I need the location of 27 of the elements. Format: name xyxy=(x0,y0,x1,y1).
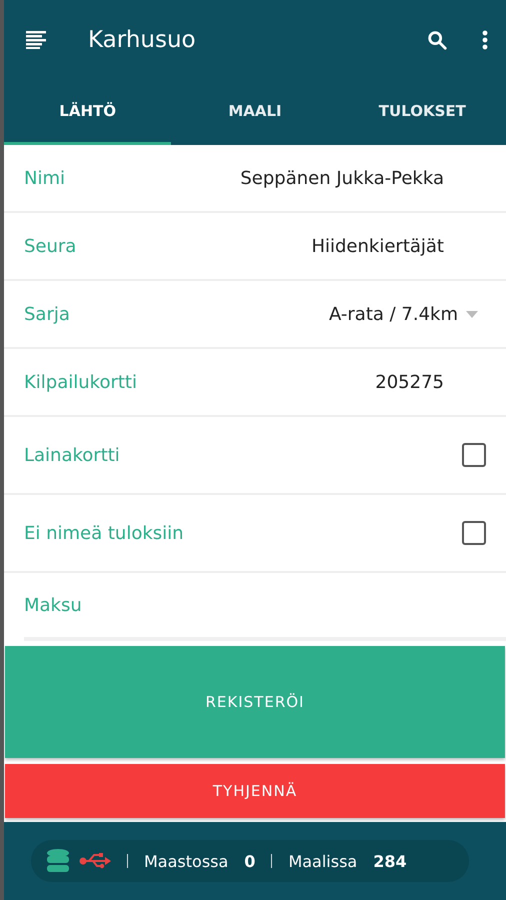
search-icon xyxy=(426,29,448,51)
count-value: 0 xyxy=(244,852,256,870)
dropdown[interactable]: A-rata / 7.4km xyxy=(328,304,486,324)
input-field[interactable]: 205275 xyxy=(184,372,486,392)
checkbox-label: Lainakortti xyxy=(24,444,121,466)
input-field[interactable]: Hiidenkiertäjät xyxy=(184,236,486,256)
field-label: Nimi xyxy=(24,168,66,188)
checkbox[interactable] xyxy=(462,521,486,545)
dropdown-caret-icon xyxy=(466,310,478,318)
tab[interactable]: TULOKSET xyxy=(338,80,506,145)
checkbox[interactable] xyxy=(462,443,486,467)
tab[interactable]: MAALI xyxy=(171,80,339,145)
clear-button[interactable]: TYHJENNÄ xyxy=(5,764,505,818)
field-label: Sarja xyxy=(24,304,71,324)
count-value: 284 xyxy=(373,852,407,870)
count-label: Maalissa xyxy=(288,852,358,870)
field-label: Kilpailukortti xyxy=(24,372,138,392)
usb-icon xyxy=(79,852,111,870)
count-label: Maastossa xyxy=(144,852,228,870)
tab[interactable]: LÄHTÖ xyxy=(4,80,172,145)
input-field[interactable]: Seppänen Jukka-Pekka xyxy=(184,168,486,188)
menu-icon xyxy=(26,31,46,49)
field-label: Seura xyxy=(24,236,78,256)
database-icon xyxy=(47,849,69,873)
app-title: Karhusuo xyxy=(88,27,197,53)
more-options-icon xyxy=(482,30,488,50)
checkbox-label: Ei nimeä tuloksiin xyxy=(24,522,185,544)
